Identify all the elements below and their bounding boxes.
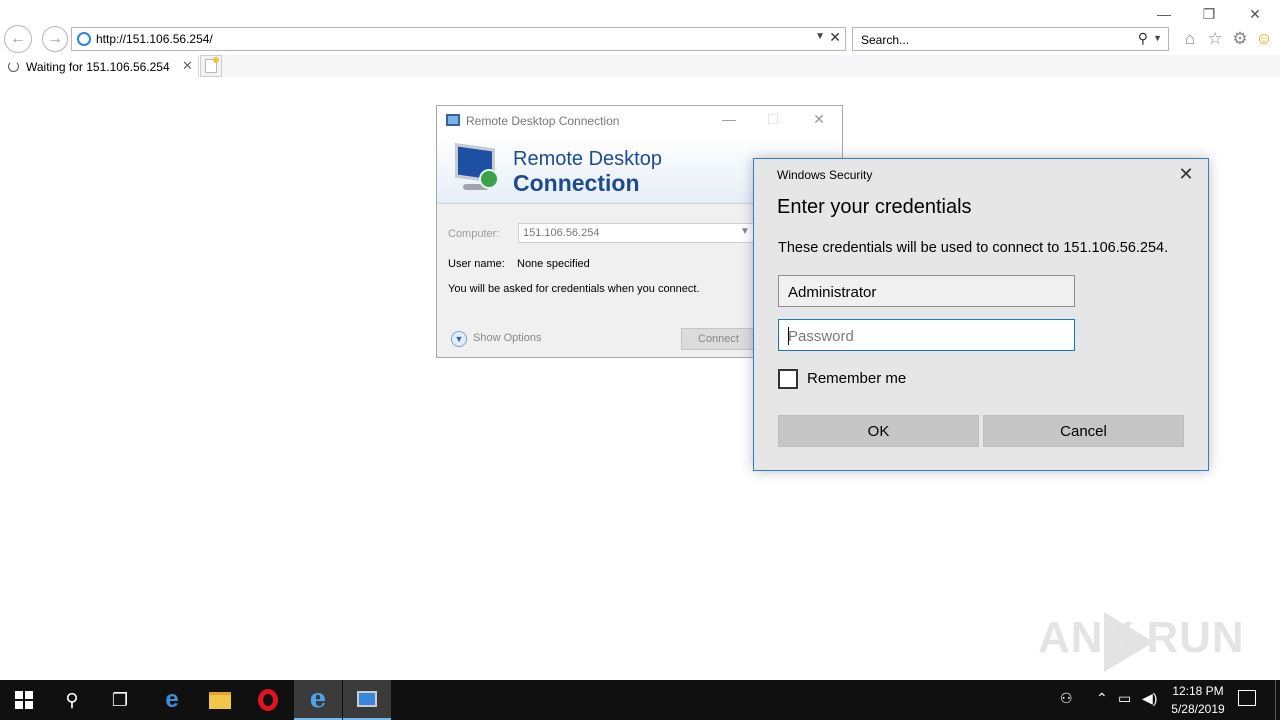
internet-explorer-icon: e <box>309 684 327 714</box>
remember-me-checkbox[interactable] <box>778 369 798 389</box>
taskbar-file-explorer[interactable] <box>196 680 244 720</box>
show-options-link[interactable]: Show Options <box>473 332 541 344</box>
rdc-banner-subtitle: Connection <box>513 170 640 196</box>
clock-date[interactable]: 5/28/2019 <box>1160 702 1236 716</box>
network-icon[interactable]: ▭ <box>1118 690 1131 707</box>
start-button[interactable] <box>0 680 48 720</box>
rdc-connect-arrow-icon <box>479 169 499 189</box>
search-dropdown-icon[interactable]: ▼ <box>1153 33 1162 43</box>
expand-options-icon[interactable]: ▼ <box>451 331 467 347</box>
close-button[interactable]: ✕ <box>1243 4 1267 24</box>
tab-strip <box>222 55 1280 77</box>
ie-page-icon <box>77 32 91 46</box>
taskbar-internet-explorer[interactable]: e <box>294 680 342 720</box>
ok-button[interactable]: OK <box>778 415 979 447</box>
cancel-button[interactable]: Cancel <box>983 415 1184 447</box>
tab-title: Waiting for 151.106.56.254 <box>26 60 170 74</box>
windows-logo-icon <box>15 691 33 709</box>
address-bar[interactable]: http://151.106.56.254/ ▼ ✕ <box>71 27 846 51</box>
new-tab-icon <box>205 57 219 73</box>
taskbar-remote-desktop[interactable] <box>343 680 391 720</box>
computer-combobox[interactable]: 151.106.56.254 ▼ <box>518 223 754 243</box>
new-tab-button[interactable] <box>200 55 222 77</box>
anyrun-watermark: ANY RUN <box>1038 613 1245 662</box>
computer-value[interactable]: 151.106.56.254 <box>523 227 599 239</box>
taskbar-search-button[interactable]: ⚲ <box>48 680 96 720</box>
dialog-description: These credentials will be used to connec… <box>778 240 1169 256</box>
loading-spinner-icon <box>8 61 19 72</box>
username-value: None specified <box>517 258 590 270</box>
taskbar-opera[interactable] <box>244 680 292 720</box>
remember-me-label[interactable]: Remember me <box>807 370 906 387</box>
forward-button[interactable]: → <box>42 26 68 52</box>
dialog-heading: Enter your credentials <box>777 196 972 218</box>
search-icon[interactable]: ⚲ <box>1138 30 1148 47</box>
opera-icon <box>258 689 278 711</box>
task-view-button[interactable]: ❐ <box>96 680 144 720</box>
smiley-feedback-icon[interactable]: ☺ <box>1254 29 1274 49</box>
close-icon[interactable]: ✕ <box>1174 164 1198 185</box>
connect-button[interactable]: Connect <box>681 328 756 350</box>
password-field[interactable]: Password <box>778 319 1075 351</box>
forward-arrow-icon: → <box>47 30 63 47</box>
remote-desktop-icon <box>357 691 377 707</box>
volume-icon[interactable]: ◀) <box>1142 690 1157 707</box>
search-input[interactable]: Search... <box>861 33 909 47</box>
rdc-close-button[interactable]: ✕ <box>809 111 829 128</box>
taskbar: ⚲ ❐ e e ⚇ ⌃ ▭ ◀) 12:18 PM 5/28/2019 <box>0 680 1280 720</box>
people-icon[interactable]: ⚇ <box>1060 690 1073 707</box>
clock-time[interactable]: 12:18 PM <box>1160 684 1236 698</box>
back-arrow-icon: ← <box>10 30 26 47</box>
rdc-minimize-button[interactable]: — <box>719 111 739 127</box>
favorites-star-icon[interactable]: ☆ <box>1205 29 1225 49</box>
chevron-up-icon[interactable]: ⌃ <box>1096 690 1108 707</box>
credentials-info-text: You will be asked for credentials when y… <box>448 283 700 295</box>
username-field-value[interactable]: Administrator <box>788 284 876 301</box>
tab-close-icon[interactable]: ✕ <box>182 58 193 74</box>
back-button[interactable]: ← <box>4 25 32 53</box>
address-dropdown-icon[interactable]: ▼ <box>815 31 825 42</box>
home-icon[interactable]: ⌂ <box>1180 29 1200 49</box>
browser-toolbar: — ❐ ✕ ← → http://151.106.56.254/ ▼ ✕ Sea… <box>0 0 1280 80</box>
windows-security-dialog: Windows Security ✕ Enter your credential… <box>753 158 1209 471</box>
action-center-icon[interactable] <box>1238 690 1256 706</box>
gear-icon[interactable]: ⚙ <box>1230 29 1250 49</box>
search-box[interactable]: Search... ⚲ ▼ <box>852 27 1169 51</box>
edge-icon: e <box>165 686 179 713</box>
rdc-banner-title: Remote Desktop <box>513 148 662 170</box>
folder-icon <box>209 691 231 709</box>
search-icon: ⚲ <box>65 689 79 710</box>
show-desktop-button[interactable] <box>1275 680 1280 720</box>
stop-loading-icon[interactable]: ✕ <box>829 29 841 46</box>
text-caret <box>788 327 789 345</box>
rdc-titlebar[interactable]: Remote Desktop Connection — ☐ ✕ <box>437 106 842 136</box>
rdc-app-icon <box>446 114 460 126</box>
username-label: User name: <box>448 258 505 270</box>
browser-tab[interactable]: Waiting for 151.106.56.254 ✕ <box>0 55 199 78</box>
computer-label: Computer: <box>448 228 500 240</box>
username-field[interactable]: Administrator <box>778 275 1075 307</box>
address-text[interactable]: http://151.106.56.254/ <box>96 32 213 46</box>
password-placeholder[interactable]: Password <box>788 328 854 345</box>
taskbar-edge[interactable]: e <box>148 680 196 720</box>
restore-button[interactable]: ❐ <box>1197 4 1221 24</box>
rdc-title: Remote Desktop Connection <box>466 114 620 128</box>
rdc-maximize-button[interactable]: ☐ <box>763 111 783 128</box>
minimize-button[interactable]: — <box>1152 4 1176 24</box>
task-view-icon: ❐ <box>111 689 129 710</box>
chevron-down-icon[interactable]: ▼ <box>740 226 750 237</box>
dialog-title: Windows Security <box>777 168 873 182</box>
